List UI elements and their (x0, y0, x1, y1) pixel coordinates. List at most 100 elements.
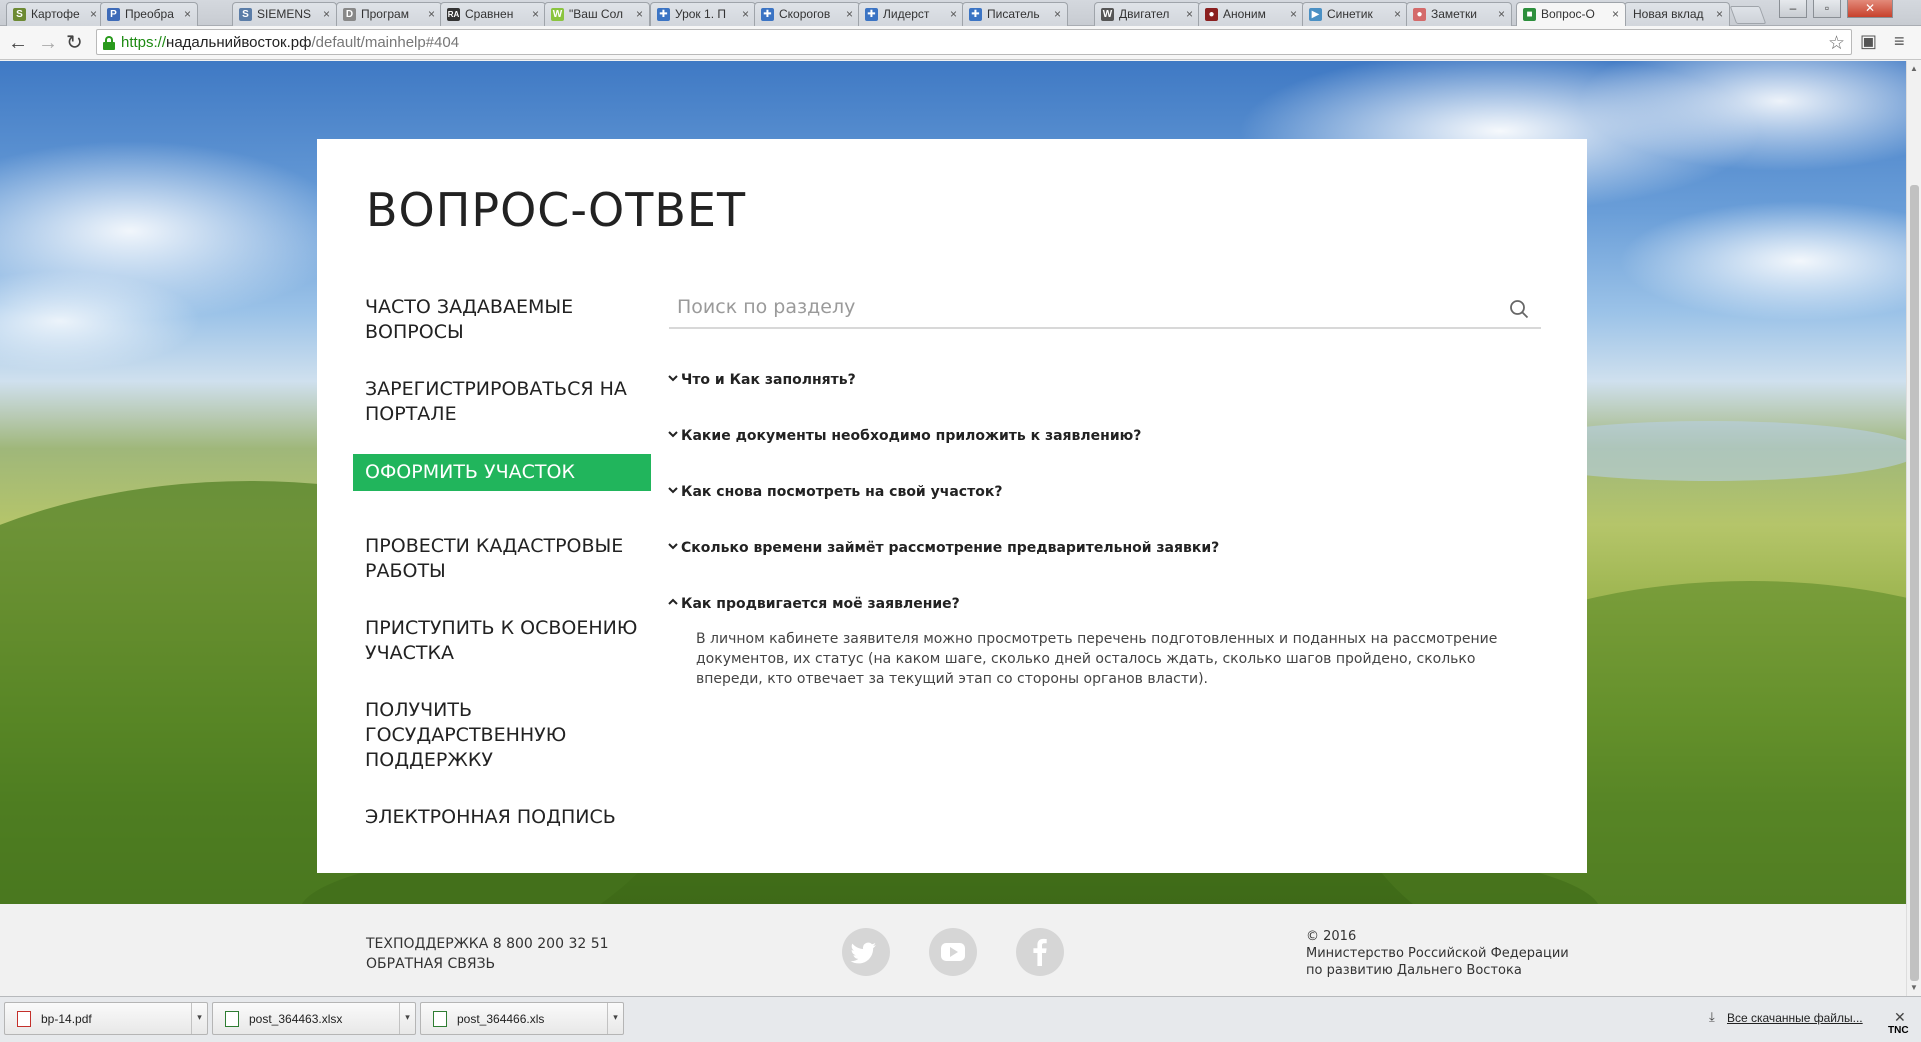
menu-item-e-signature[interactable]: ЭЛЕКТРОННАЯ ПОДПИСЬ (365, 805, 655, 830)
tab-close-icon[interactable]: × (428, 7, 435, 21)
browser-tab-active[interactable]: ■ Вопрос-О × (1516, 2, 1626, 26)
site-footer: ТЕХПОДДЕРЖКА 8 800 200 32 51 ОБРАТНАЯ СВ… (0, 904, 1906, 996)
tab-close-icon[interactable]: × (1612, 7, 1619, 21)
tab-label: Синетик (1327, 7, 1373, 21)
browser-tab[interactable]: S Картофе × (6, 2, 104, 26)
download-item[interactable]: bp-14.pdf ▾ (4, 1002, 208, 1035)
new-tab-button[interactable] (1729, 6, 1767, 24)
faq-question[interactable]: Сколько времени займёт рассмотрение пред… (668, 540, 1220, 556)
reload-icon[interactable]: ↻ (66, 33, 83, 53)
scroll-up-arrow-icon[interactable]: ▲ (1910, 64, 1918, 73)
tab-label: SIEMENS (257, 7, 312, 21)
tab-favicon-icon: RA (447, 8, 460, 21)
chevron-up-icon (668, 598, 678, 605)
faq-question-expanded[interactable]: Как продвигается моё заявление? (668, 596, 960, 612)
browser-tab[interactable]: ▶ Синетик × (1302, 2, 1408, 26)
forward-arrow-icon[interactable]: → (38, 33, 58, 53)
tab-favicon-icon: ✚ (865, 8, 878, 21)
browser-tab[interactable]: D Програм × (336, 2, 442, 26)
vertical-scrollbar[interactable]: ▲ ▼ (1906, 61, 1921, 996)
tab-close-icon[interactable]: × (1186, 7, 1193, 21)
download-item[interactable]: post_364463.xlsx ▾ (212, 1002, 416, 1035)
browser-tab[interactable]: W Двигател × (1094, 2, 1200, 26)
tab-favicon-icon: P (107, 8, 120, 21)
faq-question-text: Сколько времени займёт рассмотрение пред… (681, 540, 1220, 556)
tab-close-icon[interactable]: × (90, 7, 97, 21)
menu-item-state-support[interactable]: ПОЛУЧИТЬ ГОСУДАРСТВЕННУЮ ПОДДЕРЖКУ (365, 698, 655, 773)
feedback-link[interactable]: ОБРАТНАЯ СВЯЗЬ (366, 954, 609, 974)
browser-tab[interactable]: ✚ Скорогов × (754, 2, 860, 26)
download-icon: ⤓ (1709, 1009, 1715, 1024)
excel-file-icon (225, 1011, 239, 1027)
browser-tab[interactable]: P Преобра × (100, 2, 198, 26)
faq-question-text: Как снова посмотреть на свой участок? (681, 484, 1003, 500)
youtube-icon[interactable] (929, 928, 977, 976)
copyright: © 2016 (1306, 929, 1357, 944)
tab-label: Новая вклад (1633, 7, 1704, 21)
browser-tab[interactable]: ✚ Урок 1. П × (650, 2, 756, 26)
twitter-icon[interactable] (842, 928, 890, 976)
faq-question[interactable]: Как снова посмотреть на свой участок? (668, 484, 1003, 500)
chevron-down-icon[interactable]: ▾ (399, 1003, 415, 1034)
tab-close-icon[interactable]: × (636, 7, 643, 21)
menu-item-land-registration-active[interactable]: ОФОРМИТЬ УЧАСТОК (353, 454, 651, 491)
download-item[interactable]: post_364466.xls ▾ (420, 1002, 624, 1035)
browser-tab[interactable]: RA Сравнен × (440, 2, 546, 26)
scrollbar-thumb[interactable] (1910, 185, 1919, 981)
chevron-down-icon (668, 431, 678, 438)
tab-close-icon[interactable]: × (184, 7, 191, 21)
watermark: TNC (1888, 1025, 1909, 1036)
page-title: ВОПРОС-ОТВЕТ (366, 183, 747, 237)
tab-close-icon[interactable]: × (846, 7, 853, 21)
tab-close-icon[interactable]: × (532, 7, 539, 21)
menu-icon[interactable]: ≡ (1894, 31, 1905, 52)
tab-close-icon[interactable]: × (742, 7, 749, 21)
extension-icon[interactable]: ▣ (1860, 31, 1877, 52)
maximize-button[interactable]: ▫ (1813, 0, 1841, 18)
facebook-icon[interactable] (1016, 928, 1064, 976)
menu-item-develop-land[interactable]: ПРИСТУПИТЬ К ОСВОЕНИЮ УЧАСТКА (365, 616, 655, 666)
tab-label: Двигател (1119, 7, 1170, 21)
browser-tab[interactable]: ● Аноним × (1198, 2, 1304, 26)
tab-close-icon[interactable]: × (1394, 7, 1401, 21)
browser-tab[interactable]: W "Ваш Сол × (544, 2, 650, 26)
faq-question[interactable]: Что и Как заполнять? (668, 372, 856, 388)
menu-item-cadastral[interactable]: ПРОВЕСТИ КАДАСТРОВЫЕ РАБОТЫ (365, 534, 655, 584)
address-bar[interactable]: https://надальнийвосток.рф/default/mainh… (96, 29, 1852, 55)
tab-close-icon[interactable]: × (1290, 7, 1297, 21)
tab-label: Скорогов (779, 7, 831, 21)
menu-item-faq[interactable]: ЧАСТО ЗАДАВАЕМЫЕ ВОПРОСЫ (365, 295, 655, 345)
chevron-down-icon[interactable]: ▾ (607, 1003, 623, 1034)
download-bar: bp-14.pdf ▾ post_364463.xlsx ▾ post_3644… (0, 996, 1921, 1042)
browser-tab[interactable]: Новая вклад × (1624, 2, 1730, 26)
back-arrow-icon[interactable]: ← (8, 33, 28, 53)
faq-question[interactable]: Какие документы необходимо приложить к з… (668, 428, 1141, 444)
tab-label: Програм (361, 7, 409, 21)
bookmark-star-icon[interactable]: ☆ (1828, 32, 1845, 55)
tab-close-icon[interactable]: × (1054, 7, 1061, 21)
search-icon[interactable] (1509, 299, 1529, 319)
tab-close-icon[interactable]: × (323, 7, 330, 21)
browser-tab[interactable]: ✚ Писатель × (962, 2, 1068, 26)
show-all-downloads-link[interactable]: Все скачанные файлы... (1727, 1011, 1863, 1025)
browser-tab[interactable]: S SIEMENS × (232, 2, 337, 26)
close-download-bar-icon[interactable]: ✕ (1894, 1009, 1906, 1026)
browser-tab[interactable]: ✚ Лидерст × (858, 2, 964, 26)
chevron-down-icon[interactable]: ▾ (191, 1003, 207, 1034)
faq-question-text: Что и Как заполнять? (681, 372, 856, 388)
page-viewport: ВОПРОС-ОТВЕТ ЧАСТО ЗАДАВАЕМЫЕ ВОПРОСЫ ЗА… (0, 61, 1906, 996)
chevron-down-icon (668, 487, 678, 494)
tab-favicon-icon: ✚ (969, 8, 982, 21)
scroll-down-arrow-icon[interactable]: ▼ (1910, 983, 1918, 992)
tab-close-icon[interactable]: × (950, 7, 957, 21)
search-input[interactable] (669, 287, 1489, 327)
window-close-button[interactable]: ✕ (1847, 0, 1893, 18)
minimize-button[interactable]: – (1779, 0, 1807, 18)
menu-item-register[interactable]: ЗАРЕГИСТРИРОВАТЬСЯ НА ПОРТАЛЕ (365, 377, 655, 427)
tab-close-icon[interactable]: × (1498, 7, 1505, 21)
tab-close-icon[interactable]: × (1716, 7, 1723, 21)
tab-favicon-icon: ✚ (657, 8, 670, 21)
org-name-line1: Министерство Российской Федерации (1306, 946, 1569, 961)
tab-label: "Ваш Сол (569, 7, 623, 21)
browser-tab[interactable]: ● Заметки × (1406, 2, 1512, 26)
